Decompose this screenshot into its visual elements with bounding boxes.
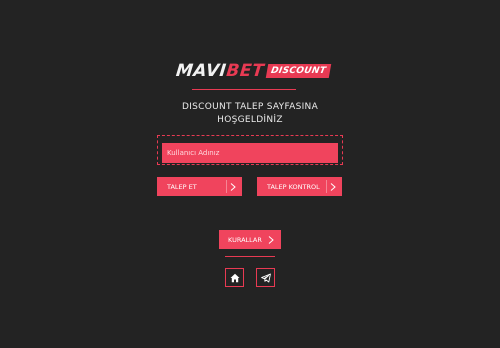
chevron-right-icon xyxy=(326,180,338,193)
talep-et-button[interactable]: TALEP ET xyxy=(157,177,242,196)
username-input[interactable] xyxy=(162,143,338,163)
logo-wordmark: MAVIBET xyxy=(175,61,265,81)
username-field-frame xyxy=(157,135,343,165)
logo-main-text: MAVI xyxy=(174,61,228,81)
welcome-heading: DISCOUNT TALEP SAYFASINA HOŞGELDİNİZ xyxy=(150,101,350,127)
chevron-right-icon xyxy=(226,180,238,193)
logo-tag: DISCOUNT xyxy=(265,64,332,78)
talep-kontrol-label: TALEP KONTROL xyxy=(267,182,320,191)
telegram-button[interactable] xyxy=(256,268,275,287)
welcome-line-1: DISCOUNT TALEP SAYFASINA xyxy=(181,102,319,112)
kurallar-button[interactable]: KURALLAR xyxy=(219,230,281,249)
logo-accent-text: BET xyxy=(225,61,266,81)
chevron-right-icon xyxy=(265,233,277,246)
welcome-line-2: HOŞGELDİNİZ xyxy=(217,115,283,125)
talep-kontrol-button[interactable]: TALEP KONTROL xyxy=(257,177,342,196)
telegram-icon xyxy=(260,273,271,282)
footer-divider xyxy=(225,256,275,257)
home-icon xyxy=(230,273,239,282)
brand-logo: MAVIBET DISCOUNT xyxy=(175,61,332,81)
home-button[interactable] xyxy=(225,268,244,287)
talep-et-label: TALEP ET xyxy=(167,182,197,191)
logo-divider xyxy=(192,89,296,90)
kurallar-label: KURALLAR xyxy=(228,235,262,244)
